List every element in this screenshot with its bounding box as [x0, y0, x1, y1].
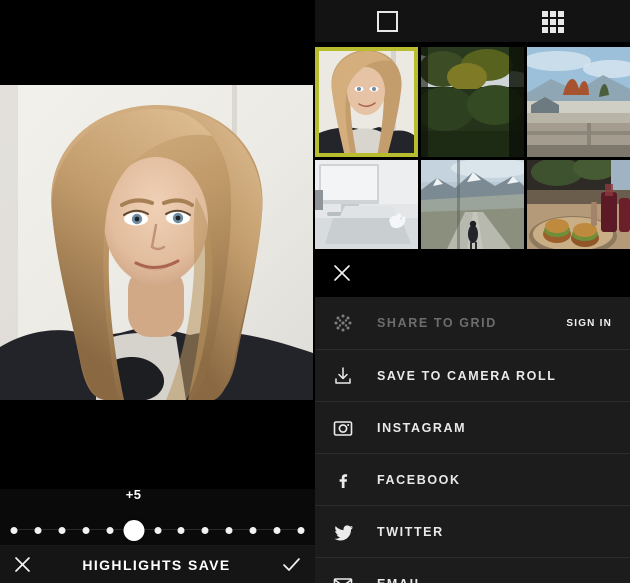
thumbnail-food[interactable]	[527, 160, 630, 249]
close-share-sheet-row[interactable]	[315, 249, 630, 297]
thumbnail-mountain-road[interactable]	[421, 160, 524, 249]
thumbnail-village[interactable]	[527, 47, 630, 157]
check-icon[interactable]	[282, 556, 301, 573]
slider-tick[interactable]	[177, 526, 185, 534]
app-screen: +5 HIGHLIGHTS SAVE SHARE TO GRID SIGN IN…	[0, 0, 630, 583]
thumbnail-selfie[interactable]	[315, 47, 418, 157]
email-icon	[333, 574, 363, 583]
share-row-instagram[interactable]: INSTAGRAM	[315, 401, 630, 453]
download-icon	[333, 366, 363, 386]
thumbnail-selfie-image	[315, 47, 418, 157]
square-icon[interactable]	[377, 11, 398, 32]
editor-panel: +5 HIGHLIGHTS SAVE	[0, 0, 315, 583]
slider-tick[interactable]	[273, 526, 281, 534]
share-options-list: SHARE TO GRID SIGN IN SAVE TO CAMERA ROL…	[315, 297, 630, 583]
facebook-icon	[333, 470, 363, 490]
share-row-label: SAVE TO CAMERA ROLL	[377, 368, 557, 383]
slider-tick[interactable]	[82, 526, 90, 534]
slider-tick[interactable]	[225, 526, 233, 534]
slider-tick[interactable]	[58, 526, 66, 534]
thumbnail-mountain-road-image	[421, 160, 524, 249]
slider-tick[interactable]	[34, 526, 42, 534]
twitter-icon	[333, 522, 363, 542]
slider-track[interactable]	[0, 520, 315, 541]
slider-tick[interactable]	[154, 526, 161, 534]
slider-value-label: +5	[125, 487, 142, 502]
share-row-twitter[interactable]: TWITTER	[315, 505, 630, 557]
slider-tick[interactable]	[10, 526, 18, 534]
close-icon[interactable]	[333, 264, 351, 282]
editor-tool-title: HIGHLIGHTS SAVE	[82, 556, 231, 573]
thumbnail-trees-image	[421, 47, 524, 157]
share-row-label: EMAIL	[377, 577, 424, 583]
vsco-grid-icon	[333, 313, 363, 333]
thumbnail-village-image	[527, 47, 630, 157]
slider-tick[interactable]	[106, 526, 114, 534]
edited-photo[interactable]	[0, 85, 313, 400]
slider-tick[interactable]	[249, 526, 257, 534]
instagram-icon	[333, 418, 363, 438]
share-row-label: INSTAGRAM	[377, 420, 467, 435]
thumbnail-trees[interactable]	[421, 47, 524, 157]
share-row-label: FACEBOOK	[377, 472, 461, 487]
share-topbar	[315, 0, 630, 42]
thumbnail-desk[interactable]	[315, 160, 418, 249]
grid-icon[interactable]	[542, 11, 564, 33]
share-row-label: TWITTER	[377, 524, 444, 539]
share-row-label: SHARE TO GRID	[377, 316, 497, 330]
share-panel: SHARE TO GRID SIGN IN SAVE TO CAMERA ROL…	[315, 0, 630, 583]
slider-tick[interactable]	[201, 526, 209, 534]
thumbnail-desk-image	[315, 160, 418, 249]
share-row-share-to-grid[interactable]: SHARE TO GRID SIGN IN	[315, 297, 630, 349]
share-row-save-to-camera-roll[interactable]: SAVE TO CAMERA ROLL	[315, 349, 630, 401]
slider-knob[interactable]	[123, 520, 145, 541]
editor-toolbar: HIGHLIGHTS SAVE	[0, 546, 315, 583]
close-icon[interactable]	[14, 556, 31, 573]
photo-illustration	[0, 85, 313, 400]
thumbnail-food-image	[527, 160, 630, 249]
slider-tick[interactable]	[297, 526, 305, 534]
sign-in-button[interactable]: SIGN IN	[566, 318, 612, 329]
adjustment-slider[interactable]: +5	[0, 487, 315, 545]
thumbnail-grid	[315, 42, 630, 249]
share-row-facebook[interactable]: FACEBOOK	[315, 453, 630, 505]
share-row-email[interactable]: EMAIL	[315, 557, 630, 583]
